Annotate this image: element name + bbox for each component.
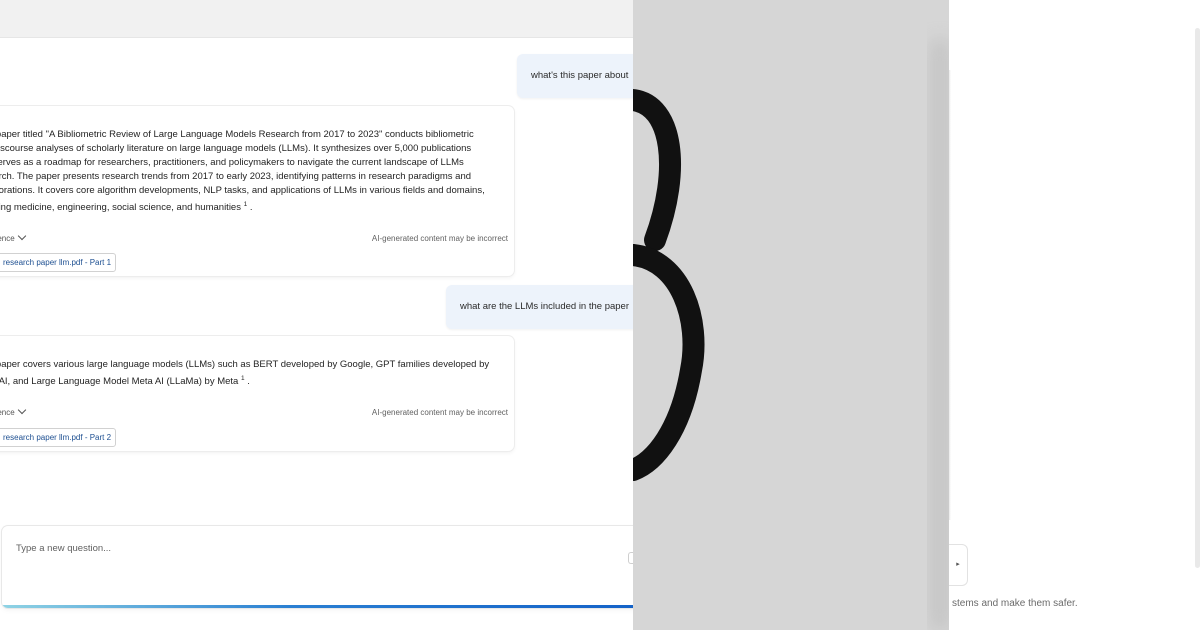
reference-toggle-label: ference (0, 234, 15, 243)
answer-line: aborations. It covers core algorithm dev… (0, 185, 485, 196)
logo-panel (633, 0, 949, 630)
answer-line-end: . (244, 376, 250, 387)
citation-chip[interactable]: research paper llm.pdf - Part 1 (0, 253, 117, 272)
answer-line-end: . (247, 202, 253, 213)
reference-toggle[interactable]: ference (0, 405, 26, 417)
ai-disclaimer: AI-generated content may be incorrect (371, 234, 508, 243)
scrollbar[interactable] (1195, 28, 1200, 568)
answer-line: e paper covers various large language mo… (0, 359, 490, 370)
chevron-down-icon (17, 231, 26, 241)
question-input[interactable] (16, 538, 576, 558)
assistant-message-card: e paper covers various large language mo… (0, 336, 514, 451)
chat-panel: what's this paper about e paper titled "… (0, 0, 633, 630)
answer-line: l serves as a roadmap for researchers, p… (0, 157, 464, 168)
ai-disclaimer: AI-generated content may be incorrect (371, 408, 508, 417)
chat-top-bar (0, 0, 633, 38)
assistant-message-card: e paper titled "A Bibliometric Review of… (0, 106, 514, 276)
assistant-message-text: e paper titled "A Bibliometric Review of… (0, 128, 504, 213)
answer-line: uding medicine, engineering, social scie… (0, 202, 241, 213)
panel-shadow (949, 70, 951, 520)
citation-chip[interactable]: research paper llm.pdf - Part 2 (0, 428, 117, 447)
answer-line: earch. The paper presents research trend… (0, 171, 472, 182)
reference-toggle[interactable]: ference (0, 231, 26, 243)
answer-line: e paper titled "A Bibliometric Review of… (0, 129, 474, 140)
infinity-ring-logo-icon (633, 40, 949, 630)
composer-accent-bar (2, 605, 633, 608)
question-composer (2, 526, 633, 608)
user-message: what are the LLMs included in the paper (446, 285, 633, 329)
reference-toggle-label: ference (0, 408, 15, 417)
user-message: what's this paper about (517, 54, 633, 98)
answer-line: l discourse analyses of scholarly litera… (0, 143, 472, 154)
partial-caption: stems and make them safer. (952, 598, 1078, 609)
caret-right-icon: ▸ (956, 561, 960, 568)
expand-panel-button[interactable]: ▸ (949, 544, 968, 586)
answer-line: enAI, and Large Language Model Meta AI (… (0, 376, 239, 387)
assistant-message-text: e paper covers various large language mo… (0, 358, 504, 387)
chevron-down-icon (17, 405, 26, 415)
right-panel: ▸ stems and make them safer. (949, 0, 1200, 630)
